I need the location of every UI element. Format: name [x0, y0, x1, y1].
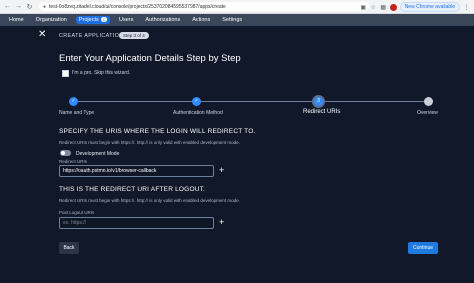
lock-icon: ●: [43, 3, 47, 10]
star-icon[interactable]: ☆: [370, 4, 377, 11]
main-heading: Enter Your Application Details Step by S…: [59, 53, 241, 64]
development-mode-label: Development Mode: [76, 151, 120, 157]
development-mode-toggle[interactable]: [60, 150, 71, 156]
screenshot-icon[interactable]: ▣: [360, 4, 367, 11]
projects-count-badge: 1: [100, 17, 107, 22]
close-icon[interactable]: ✕: [38, 29, 46, 40]
redirect-uri-input[interactable]: https://oauth.pstmn.io/v1/browser-callba…: [59, 165, 214, 177]
back-arrow-icon[interactable]: ←: [4, 3, 11, 10]
redirect-section-heading: SPECIFY THE URIS WHERE THE LOGIN WILL RE…: [59, 128, 256, 135]
stepper-line-3: [319, 101, 428, 102]
redirect-hint: Redirect URIs must begin with https://. …: [59, 140, 240, 145]
logout-hint: Redirect URIs must begin with https://. …: [59, 198, 240, 203]
nav-settings[interactable]: Settings: [219, 16, 245, 24]
add-post-logout-uri-button[interactable]: +: [219, 217, 224, 227]
skip-wizard-label: I'm a pro. Skip this wizard.: [72, 70, 131, 76]
logout-section-heading: THIS IS THE REDIRECT URI AFTER LOGOUT.: [59, 186, 206, 193]
extensions-icon[interactable]: ▦: [380, 4, 387, 11]
nav-home[interactable]: Home: [6, 16, 27, 24]
browser-toolbar: ← → ↻ ● test-0o8zvq.zitadel.cloud/ui/con…: [0, 0, 474, 14]
step-1-check-icon: ✓: [69, 97, 78, 106]
redirect-uri-value: https://oauth.pstmn.io/v1/browser-callba…: [63, 168, 157, 174]
step-1-label: Name and Type: [59, 110, 95, 116]
step-3-label: Redirect URIs: [303, 109, 341, 115]
continue-button[interactable]: Continue: [408, 242, 438, 254]
step-badge: Step 3 of 4: [119, 32, 149, 39]
nav-projects[interactable]: Projects 1: [75, 16, 110, 24]
post-logout-uri-input[interactable]: ex. https://: [59, 217, 214, 229]
nav-projects-label: Projects: [78, 17, 99, 23]
step-4-label: Overview: [417, 110, 438, 116]
stepper-line-2: [196, 101, 318, 102]
post-logout-placeholder: ex. https://: [63, 220, 87, 226]
nav-authorizations[interactable]: Authorizations: [142, 16, 183, 24]
forward-arrow-icon[interactable]: →: [15, 3, 22, 10]
update-chrome-button[interactable]: New Chrome available: [399, 2, 460, 12]
toggle-knob: [61, 151, 65, 155]
step-4-indicator: [424, 97, 433, 106]
nav-organization[interactable]: Organization: [33, 16, 70, 24]
stepper-line-1: [73, 101, 195, 102]
reload-icon[interactable]: ↻: [26, 3, 33, 11]
skip-wizard-checkbox[interactable]: [62, 70, 69, 77]
step-3-indicator: 3: [314, 97, 323, 106]
add-redirect-uri-button[interactable]: +: [219, 165, 224, 175]
nav-actions[interactable]: Actions: [189, 16, 213, 24]
step-2-check-icon: ✓: [192, 97, 201, 106]
url-text: test-0o8zvq.zitadel.cloud/ui/console/pro…: [49, 3, 226, 10]
page-title: CREATE APPLICATION: [59, 33, 124, 39]
post-logout-uris-label: Post Logout URIs: [59, 210, 95, 215]
redirect-uris-label: Redirect URIs: [59, 159, 88, 164]
menu-kebab-icon[interactable]: ⋮: [463, 4, 470, 11]
app-navigation: Home Organization Projects 1 Users Author…: [0, 14, 474, 26]
profile-avatar[interactable]: [389, 3, 397, 11]
nav-users[interactable]: Users: [116, 16, 136, 24]
step-2-label: Authentication Method: [173, 110, 223, 116]
address-bar[interactable]: ● test-0o8zvq.zitadel.cloud/ui/console/p…: [39, 2, 369, 11]
back-button[interactable]: Back: [59, 242, 79, 254]
